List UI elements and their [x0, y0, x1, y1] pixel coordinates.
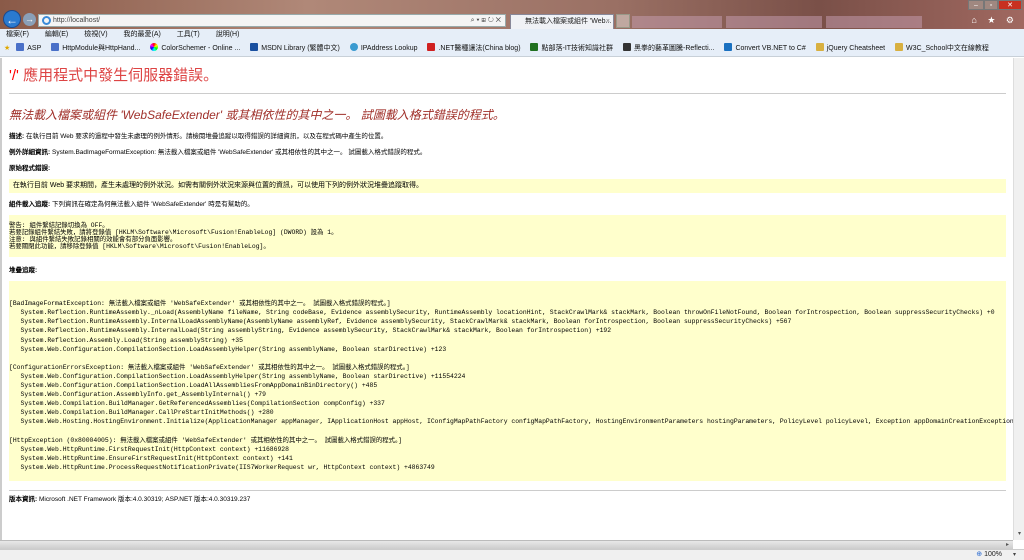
- url-text: http://localhost/: [53, 17, 101, 24]
- favorite-link[interactable]: Convert VB.NET to C#: [724, 43, 806, 52]
- stack-trace-box: [BadImageFormatException: 無法載入檔案或組件 'Web…: [9, 281, 1013, 482]
- source-error-label: 原始程式錯誤:: [9, 165, 51, 172]
- favorite-link[interactable]: ASP: [16, 43, 41, 52]
- tab-close-icon[interactable]: ×: [606, 15, 610, 29]
- site-icon: [895, 43, 904, 51]
- favorite-link[interactable]: 點部落-IT技術知識社群: [530, 43, 613, 52]
- site-icon: [349, 43, 358, 51]
- divider: [9, 93, 1006, 94]
- forward-button[interactable]: →: [23, 13, 36, 26]
- favorite-link[interactable]: W3C_School中文在線教程: [895, 43, 989, 52]
- close-button[interactable]: ✕: [998, 0, 1022, 10]
- page-title: '/' 應用程式中發生伺服器錯誤。: [9, 67, 219, 84]
- site-icon: [815, 43, 824, 51]
- divider: [9, 490, 1006, 492]
- version-info: 版本資訊: Microsoft .NET Framework 版本:4.0.30…: [9, 496, 251, 504]
- maximize-button[interactable]: ▫: [984, 0, 998, 10]
- source-error-box: 在執行目前 Web 要求期間，產生未處理的例外狀況。如需有關例外狀況來源與位置的…: [9, 179, 1006, 193]
- new-tab-button[interactable]: [616, 14, 630, 28]
- address-tools[interactable]: ⌕ ▾ ⊞ ↻ ✕: [471, 15, 501, 26]
- minimize-button[interactable]: –: [968, 0, 984, 10]
- favorite-link[interactable]: .NET醫種讓法(China blog): [427, 43, 521, 52]
- page-content: '/' 應用程式中發生伺服器錯誤。 無法載入檔案或組件 'WebSafeExte…: [0, 58, 1013, 540]
- menu-view[interactable]: 檢視(V): [84, 31, 107, 38]
- site-icon: [51, 43, 60, 51]
- description: 描述: 在執行目前 Web 要求的過程中發生未處理的例外情形。請檢閱堆疊追蹤以取…: [9, 133, 388, 140]
- site-icon: [427, 43, 436, 51]
- browser-titlebar: ← → http://localhost/ ⌕ ▾ ⊞ ↻ ✕ 無法載入檔案或組…: [0, 0, 1024, 29]
- home-favorites-tools-icons[interactable]: ⌂ ★ ⚙: [971, 15, 1018, 26]
- scroll-right-arrow-icon[interactable]: ▸: [1002, 541, 1013, 549]
- background-tab[interactable]: [726, 16, 822, 28]
- menu-tools[interactable]: 工具(T): [177, 31, 200, 38]
- zoom-dropdown-icon[interactable]: ▾: [1013, 550, 1016, 560]
- tab-active[interactable]: 無法載入檔案或組件 'Web... ×: [510, 14, 614, 29]
- favorites-bar: ★ ASP HttpModule與HttpHand... ColorScheme…: [0, 41, 1024, 57]
- site-icon: [16, 43, 25, 51]
- tab-title: 無法載入檔案或組件 'Web...: [525, 18, 612, 25]
- favorite-link[interactable]: IPAddress Lookup: [349, 43, 418, 52]
- site-icon: [150, 43, 159, 51]
- favorite-link[interactable]: MSDN Library (繁體中文): [250, 43, 340, 52]
- site-icon: [250, 43, 259, 51]
- site-icon: [530, 43, 539, 51]
- background-tab[interactable]: [632, 16, 722, 28]
- stack-trace-label: 堆疊追蹤:: [9, 267, 38, 274]
- zoom-level[interactable]: ⊕ 100%: [976, 550, 1002, 560]
- favorite-link[interactable]: ColorSchemer - Online ...: [150, 43, 240, 52]
- exception-details: 例外詳細資訊: System.BadImageFormatException: …: [9, 149, 427, 156]
- favorite-link[interactable]: HttpModule與HttpHand...: [51, 43, 140, 52]
- assembly-load-trace: 組件載入追蹤: 下列資訊在確定為何無法載入組件 'WebSafeExtender…: [9, 201, 254, 208]
- back-button[interactable]: ←: [3, 10, 21, 28]
- menu-file[interactable]: 檔案(F): [6, 31, 29, 38]
- scroll-down-arrow-icon[interactable]: ▾: [1014, 530, 1024, 540]
- favorite-link[interactable]: 黑拳的藝革圖騰-Reflecti...: [623, 43, 715, 52]
- zoom-icon: ⊕: [976, 551, 983, 558]
- menu-bar: 檔案(F) 編輯(E) 檢視(V) 我的最愛(A) 工具(T) 說明(H): [0, 29, 1024, 41]
- menu-help[interactable]: 說明(H): [216, 31, 240, 38]
- ie-page-icon: [42, 16, 51, 25]
- menu-favorites[interactable]: 我的最愛(A): [124, 31, 161, 38]
- window-controls: – ▫ ✕: [968, 0, 1022, 10]
- favorite-link[interactable]: jQuery Cheatsheet: [815, 43, 885, 52]
- menu-edit[interactable]: 編輯(E): [45, 31, 68, 38]
- site-icon: [724, 43, 733, 51]
- horizontal-scrollbar[interactable]: ▸: [0, 540, 1013, 549]
- assembly-trace-box: 警告: 組件繫結記錄切換為 OFF。 若要記錄組件繫結失敗，請將登錄值 [HKL…: [9, 215, 1006, 257]
- vertical-scrollbar[interactable]: ▾: [1013, 58, 1024, 540]
- site-icon: [623, 43, 631, 51]
- address-bar[interactable]: http://localhost/ ⌕ ▾ ⊞ ↻ ✕: [38, 14, 506, 27]
- favorites-star-icon[interactable]: ★: [4, 45, 10, 52]
- status-bar: ⊕ 100% ▾: [0, 549, 1024, 560]
- error-heading: 無法載入檔案或組件 'WebSafeExtender' 或其相依性的其中之一。 …: [9, 108, 505, 122]
- background-tab[interactable]: [826, 16, 922, 28]
